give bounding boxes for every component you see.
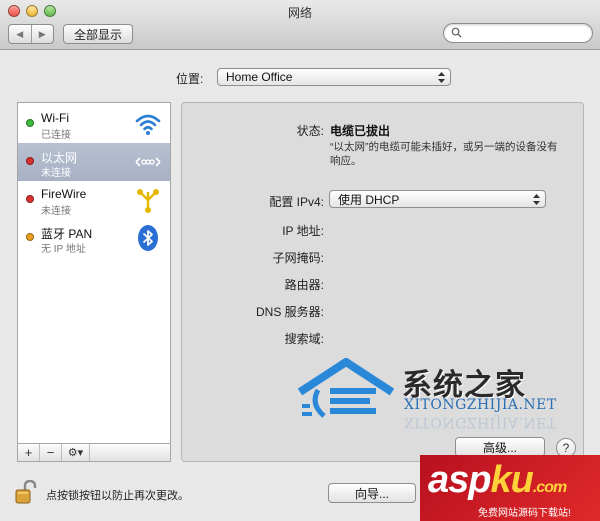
service-name: Wi-Fi xyxy=(41,111,69,125)
aspku-watermark: aspku.com 免费网站源码下载站! xyxy=(420,455,600,521)
back-forward-control: ◀ ▶ xyxy=(8,24,54,44)
xitongzhijia-watermark: 系统之家 XITONGZHIJIA.NET XITONGZHIJIA.NET xyxy=(296,354,586,434)
status-indicator-icon xyxy=(26,195,34,203)
router-label: 路由器: xyxy=(284,278,324,292)
status-label: 状态: xyxy=(296,124,324,138)
subnet-mask-label: 子网掩码: xyxy=(272,251,324,265)
service-item-ethernet[interactable]: 以太网 未连接 xyxy=(18,143,170,181)
status-indicator-icon xyxy=(26,119,34,127)
service-item-wifi[interactable]: Wi-Fi 已连接 xyxy=(18,105,170,143)
search-domains-label: 搜索域: xyxy=(284,332,324,346)
watermark-url: XITONGZHIJIA.NET xyxy=(404,397,557,413)
service-name: FireWire xyxy=(41,187,87,201)
service-list: Wi-Fi 已连接 以太网 未连接 FireWire 未连接 蓝牙 PAN 无 … xyxy=(17,102,171,444)
add-service-button[interactable]: + xyxy=(18,444,40,461)
watermark-url-reflection: XITONGZHIJIA.NET xyxy=(404,414,557,430)
bluetooth-icon xyxy=(138,225,158,251)
forward-button[interactable]: ▶ xyxy=(30,25,54,43)
service-item-firewire[interactable]: FireWire 未连接 xyxy=(18,181,170,219)
gear-icon[interactable]: ⚙▾ xyxy=(62,444,90,461)
ipv4-value: 使用 DHCP xyxy=(338,192,400,207)
ethernet-icon xyxy=(135,157,161,167)
back-button[interactable]: ◀ xyxy=(9,25,31,43)
updown-arrows-icon xyxy=(438,72,445,83)
service-item-bluetooth-pan[interactable]: 蓝牙 PAN 无 IP 地址 xyxy=(18,219,170,257)
ipv4-popup[interactable]: 使用 DHCP xyxy=(329,190,546,208)
ipv4-label: 配置 IPv4: xyxy=(269,195,324,209)
firewire-icon xyxy=(137,189,159,213)
wifi-icon xyxy=(135,114,161,135)
search-icon xyxy=(451,27,462,38)
dns-server-label: DNS 服务器: xyxy=(255,305,324,319)
title-bar: 网络 ◀ ▶ 全部显示 xyxy=(0,0,600,50)
status-description: “以太网”的电缆可能未插好，或另一端的设备没有响应。 xyxy=(330,141,558,168)
status-indicator-icon xyxy=(26,157,34,165)
status-value: 电缆已拔出 xyxy=(330,124,391,138)
assistant-button[interactable]: 向导... xyxy=(328,483,416,503)
lock-message: 点按锁按钮以防止再次更改。 xyxy=(46,490,189,502)
location-popup[interactable]: Home Office xyxy=(217,68,451,86)
status-indicator-icon xyxy=(26,233,34,241)
window-title: 网络 xyxy=(287,6,312,20)
ip-address-label: IP 地址: xyxy=(282,224,324,238)
service-status: 未连接 xyxy=(41,168,71,179)
aspku-logo: aspku.com xyxy=(428,459,567,501)
updown-arrows-icon xyxy=(533,194,540,205)
service-status: 无 IP 地址 xyxy=(41,244,86,255)
search-input[interactable] xyxy=(466,26,586,40)
location-label: 位置: xyxy=(176,72,204,86)
service-status: 已连接 xyxy=(41,130,71,141)
search-field[interactable] xyxy=(443,23,593,43)
lock-icon[interactable] xyxy=(15,480,37,504)
service-list-toolbar: + − ⚙▾ xyxy=(17,444,171,462)
house-logo-icon xyxy=(297,358,395,418)
aspku-tagline: 免费网站源码下载站! xyxy=(478,508,571,519)
service-status: 未连接 xyxy=(41,206,71,217)
location-value: Home Office xyxy=(226,70,293,84)
remove-service-button[interactable]: − xyxy=(40,444,62,461)
advanced-button[interactable]: 高级... xyxy=(455,437,545,457)
show-all-button[interactable]: 全部显示 xyxy=(63,24,133,44)
